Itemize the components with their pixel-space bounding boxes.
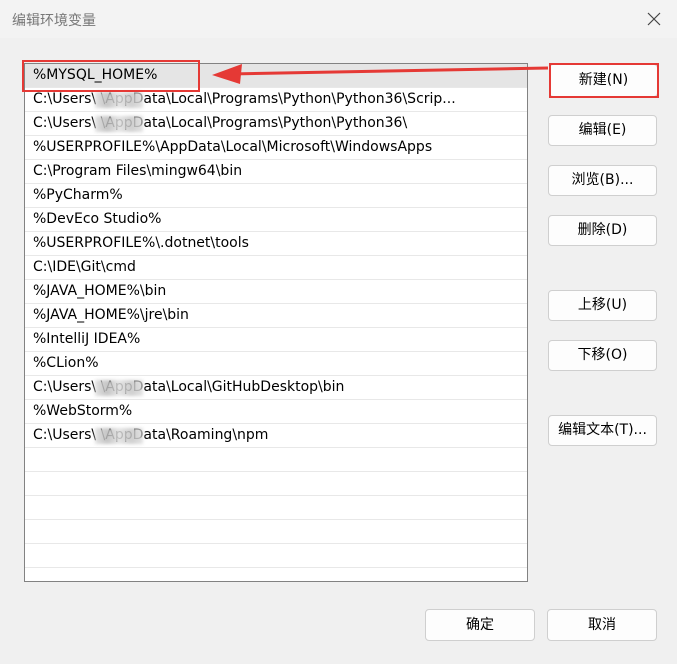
list-item-text: %PyCharm% <box>33 187 123 203</box>
redacted-username <box>95 380 143 396</box>
list-item-text: %WebStorm% <box>33 403 133 419</box>
browse-button[interactable]: 浏览(B)... <box>548 165 657 196</box>
move-down-button[interactable]: 下移(O) <box>548 340 657 371</box>
title-bar: 编辑环境变量 <box>0 0 677 38</box>
list-item-text: %CLion% <box>33 355 99 371</box>
list-item-text: %DevEco Studio% <box>33 211 162 227</box>
list-item-text: C:\Program Files\mingw64\bin <box>33 163 243 179</box>
list-item[interactable]: C:\Users\ \AppData\Local\Programs\Python… <box>25 112 527 136</box>
list-item[interactable]: C:\Program Files\mingw64\bin <box>25 160 527 184</box>
list-item-text: %JAVA_HOME%\bin <box>33 283 167 299</box>
list-item-text: %USERPROFILE%\.dotnet\tools <box>33 235 249 251</box>
edit-text-button[interactable]: 编辑文本(T)... <box>548 415 657 446</box>
cancel-button[interactable]: 取消 <box>547 609 657 641</box>
empty-list-row[interactable] <box>25 496 527 520</box>
empty-list-row[interactable] <box>25 520 527 544</box>
delete-button[interactable]: 删除(D) <box>548 215 657 246</box>
list-item[interactable]: %CLion% <box>25 352 527 376</box>
move-up-button[interactable]: 上移(U) <box>548 290 657 321</box>
edit-button[interactable]: 编辑(E) <box>548 115 657 146</box>
empty-list-row[interactable] <box>25 448 527 472</box>
red-arrow-annotation <box>212 64 549 84</box>
highlight-box-entry <box>22 60 200 92</box>
list-item-text: C:\Users\ \AppData\Local\Programs\Python… <box>33 115 408 131</box>
list-item[interactable]: C:\IDE\Git\cmd <box>25 256 527 280</box>
list-item[interactable]: %IntelliJ IDEA% <box>25 328 527 352</box>
list-item[interactable]: %DevEco Studio% <box>25 208 527 232</box>
list-item-text: C:\Users\ \AppData\Local\GitHubDesktop\b… <box>33 379 345 395</box>
list-item[interactable]: %PyCharm% <box>25 184 527 208</box>
redacted-username <box>95 116 143 132</box>
list-item[interactable]: C:\Users\ \AppData\Roaming\npm <box>25 424 527 448</box>
close-button[interactable] <box>631 0 677 38</box>
empty-list-row[interactable] <box>25 472 527 496</box>
list-item[interactable]: %USERPROFILE%\AppData\Local\Microsoft\Wi… <box>25 136 527 160</box>
close-icon <box>647 12 661 26</box>
list-item-text: C:\IDE\Git\cmd <box>33 259 136 275</box>
list-item-text: C:\Users\ \AppData\Roaming\npm <box>33 427 269 443</box>
window-title: 编辑环境变量 <box>12 13 96 29</box>
list-item[interactable]: C:\Users\ \AppData\Local\GitHubDesktop\b… <box>25 376 527 400</box>
highlight-box-new-button <box>549 63 659 98</box>
list-item[interactable]: %USERPROFILE%\.dotnet\tools <box>25 232 527 256</box>
list-item[interactable]: %WebStorm% <box>25 400 527 424</box>
redacted-username <box>95 92 143 108</box>
path-list[interactable]: %MYSQL_HOME% C:\Users\ \AppData\Local\Pr… <box>24 63 528 582</box>
list-item-text: %IntelliJ IDEA% <box>33 331 141 347</box>
list-item-text: %JAVA_HOME%\jre\bin <box>33 307 189 323</box>
empty-list-row[interactable] <box>25 544 527 568</box>
list-item[interactable]: %JAVA_HOME%\jre\bin <box>25 304 527 328</box>
list-item[interactable]: %JAVA_HOME%\bin <box>25 280 527 304</box>
redacted-username <box>95 428 143 444</box>
ok-button[interactable]: 确定 <box>425 609 535 641</box>
list-item-text: %USERPROFILE%\AppData\Local\Microsoft\Wi… <box>33 139 433 155</box>
